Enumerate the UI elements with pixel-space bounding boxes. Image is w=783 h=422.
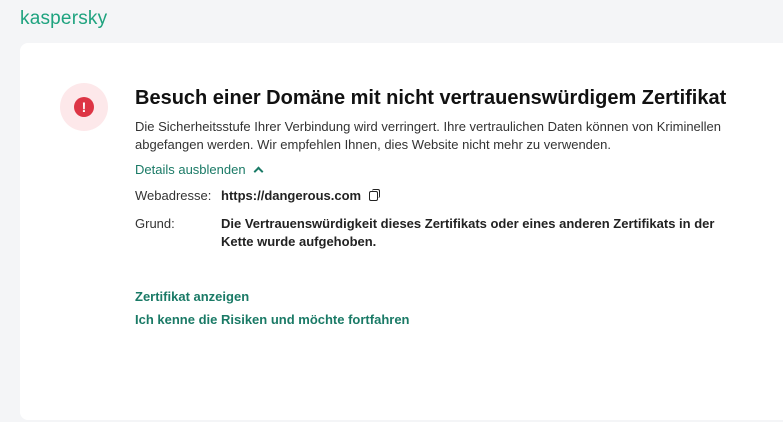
show-certificate-link[interactable]: Zertifikat anzeigen xyxy=(135,289,735,304)
warning-icon-wrap: ! xyxy=(60,83,108,131)
url-text: https://dangerous.com xyxy=(221,188,362,203)
exclamation-icon: ! xyxy=(74,97,94,117)
kaspersky-logo: kaspersky xyxy=(20,8,108,29)
warning-card: ! Besuch einer Domäne mit nicht vertraue… xyxy=(20,43,783,420)
page-title: Besuch einer Domäne mit nicht vertrauens… xyxy=(135,87,727,109)
url-label: Webadresse: xyxy=(135,188,212,203)
reason-label: Grund: xyxy=(135,216,175,231)
chevron-up-icon xyxy=(253,166,264,177)
warning-content: Besuch einer Domäne mit nicht vertrauens… xyxy=(135,86,735,327)
url-row: Webadresse: https://dangerous.com xyxy=(135,187,735,205)
reason-value: Die Vertrauenswürdigkeit dieses Zertifik… xyxy=(221,216,715,249)
reason-row: Grund: Die Vertrauenswürdigkeit dieses Z… xyxy=(135,215,735,251)
warning-description: Die Sicherheitsstufe Ihrer Verbindung wi… xyxy=(135,119,722,152)
copy-icon[interactable] xyxy=(368,189,381,201)
url-value: https://dangerous.com xyxy=(221,187,735,205)
details-toggle[interactable]: Details ausblenden xyxy=(135,162,735,177)
proceed-link[interactable]: Ich kenne die Risiken und möchte fortfah… xyxy=(135,312,735,327)
details-toggle-label: Details ausblenden xyxy=(135,162,246,177)
